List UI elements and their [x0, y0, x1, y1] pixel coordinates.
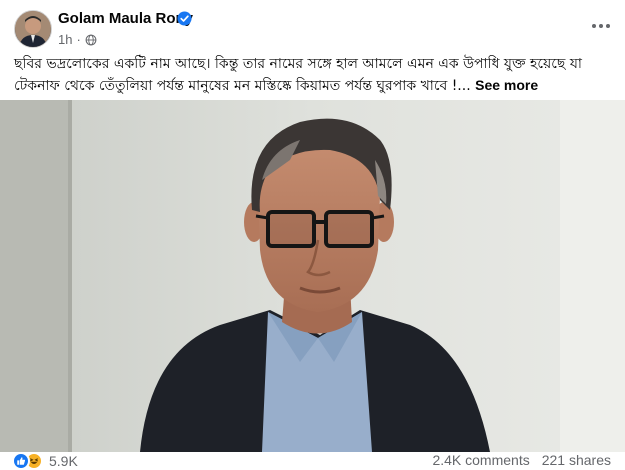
post-photo[interactable] [0, 100, 625, 452]
post-text: ছবির ভদ্রলোকের একটি নাম আছে। কিন্তু তার … [14, 54, 614, 97]
see-more-link[interactable]: See more [475, 77, 538, 93]
post-meta: 1h · [58, 32, 97, 47]
author-avatar[interactable] [14, 10, 52, 48]
globe-icon[interactable] [85, 34, 97, 46]
reaction-summary[interactable]: 5.9K [12, 452, 78, 470]
author-name[interactable]: Golam Maula Rony [58, 10, 193, 27]
shares-count[interactable]: 221 shares [542, 452, 611, 468]
post-header: Golam Maula Rony 1h · [0, 0, 625, 50]
post-time[interactable]: 1h [58, 32, 72, 47]
meta-separator: · [76, 32, 81, 47]
verified-badge-icon [177, 11, 192, 26]
avatar-image [15, 11, 51, 47]
comments-count[interactable]: 2.4K comments [432, 452, 529, 468]
reaction-count[interactable]: 5.9K [49, 453, 78, 469]
more-options-icon[interactable] [589, 16, 613, 36]
portrait-image [0, 100, 625, 452]
engagement-stats: 2.4K comments 221 shares [432, 452, 611, 468]
reaction-bar: 5.9K 2.4K comments 221 shares [0, 452, 625, 470]
like-reaction-icon [12, 452, 30, 470]
